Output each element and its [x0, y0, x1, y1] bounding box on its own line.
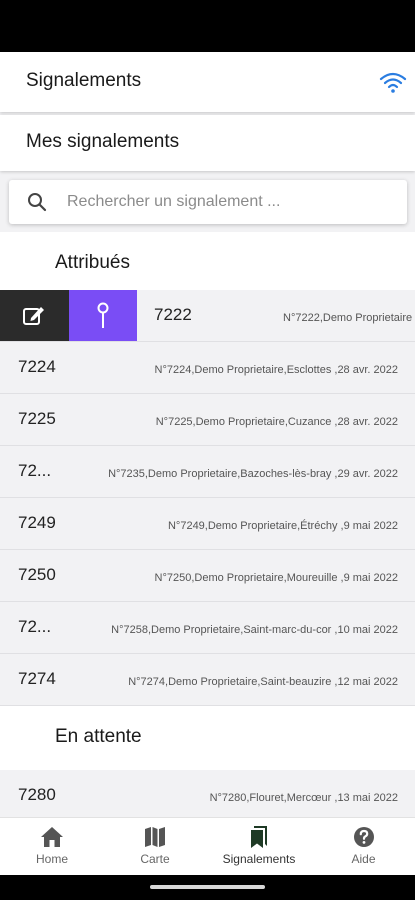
- nav-item-help[interactable]: Aide: [312, 818, 415, 876]
- row-id: 7222: [154, 305, 192, 324]
- wifi-icon[interactable]: [379, 70, 407, 94]
- home-indicator[interactable]: [150, 885, 265, 889]
- row-description: N°7258,Demo Proprietaire,Saint-marc-du-c…: [111, 624, 398, 636]
- home-icon: [41, 827, 63, 847]
- group-label-assigned: Attribués: [55, 252, 130, 273]
- section-header: Mes signalements: [0, 115, 415, 171]
- help-icon: [353, 827, 374, 847]
- pin-icon: [97, 302, 109, 328]
- nav-label-signalements: Signalements: [222, 852, 296, 866]
- row-id: 7250: [18, 565, 56, 584]
- row-id: 72...: [18, 617, 52, 636]
- edit-action-button[interactable]: [0, 290, 69, 341]
- edit-icon: [23, 307, 44, 325]
- swiped-row-content[interactable]: 7222 N°7222,Demo Proprietaire: [137, 290, 415, 341]
- search-icon: [28, 193, 47, 212]
- list-item[interactable]: 7225 N°7225,Demo Proprietaire,Cuzance ,2…: [0, 394, 415, 446]
- swipe-actions: [0, 290, 137, 341]
- list-item[interactable]: 72... N°7258,Demo Proprietaire,Saint-mar…: [0, 602, 415, 654]
- list-item[interactable]: 7250 N°7250,Demo Proprietaire,Moureuille…: [0, 550, 415, 602]
- list-item[interactable]: 7274 N°7274,Demo Proprietaire,Saint-beau…: [0, 654, 415, 706]
- row-description: N°7224,Demo Proprietaire,Esclottes ,28 a…: [154, 364, 398, 376]
- row-description: N°7250,Demo Proprietaire,Moureuille ,9 m…: [154, 572, 398, 584]
- system-home-bar: [0, 875, 415, 900]
- row-id: 7274: [18, 669, 56, 688]
- row-id: 72...: [18, 461, 52, 480]
- row-id: 7224: [18, 357, 56, 376]
- status-bar: [0, 0, 415, 52]
- list-item[interactable]: 72... N°7235,Demo Proprietaire,Bazoches-…: [0, 446, 415, 498]
- row-description: N°7235,Demo Proprietaire,Bazoches-lès-br…: [108, 468, 398, 480]
- row-description: N°7280,Flouret,Mercœur ,13 mai 2022: [209, 792, 398, 804]
- row-description: N°7222,Demo Proprietaire: [283, 312, 413, 324]
- row-id: 7249: [18, 513, 56, 532]
- row-description: N°7274,Demo Proprietaire,Saint-beauzire …: [128, 676, 398, 688]
- app-title: Signalements: [26, 70, 142, 91]
- bookmark-icon: [251, 826, 267, 848]
- row-id: 7280: [18, 785, 56, 804]
- section-title: Mes signalements: [26, 131, 180, 152]
- nav-item-signalements[interactable]: Signalements: [206, 818, 312, 876]
- group-label-pending: En attente: [55, 726, 142, 747]
- search-input[interactable]: [67, 188, 397, 216]
- group-header-assigned: Attribués: [0, 232, 415, 296]
- group-header-pending: En attente: [0, 706, 415, 770]
- nav-item-home[interactable]: Home: [0, 818, 104, 876]
- search-box[interactable]: [9, 180, 407, 224]
- map-icon: [145, 827, 165, 847]
- nav-label-home: Home: [35, 852, 68, 866]
- nav-item-map[interactable]: Carte: [104, 818, 206, 876]
- list-item[interactable]: 7280 N°7280,Flouret,Mercœur ,13 mai 2022: [0, 770, 415, 822]
- bottom-navigation: Home Carte Signalements Aide: [0, 817, 415, 875]
- list-item[interactable]: 7249 N°7249,Demo Proprietaire,Étréchy ,9…: [0, 498, 415, 550]
- list-item[interactable]: 7224 N°7224,Demo Proprietaire,Esclottes …: [0, 342, 415, 394]
- pin-action-button[interactable]: [69, 290, 137, 341]
- list-item-swiped[interactable]: 7222 N°7222,Demo Proprietaire: [0, 290, 415, 342]
- row-description: N°7225,Demo Proprietaire,Cuzance ,28 avr…: [155, 416, 398, 428]
- app-header: Signalements: [0, 52, 415, 112]
- nav-label-map: Carte: [140, 852, 170, 866]
- row-description: N°7249,Demo Proprietaire,Étréchy ,9 mai …: [167, 520, 398, 532]
- row-id: 7225: [18, 409, 56, 428]
- nav-label-help: Aide: [351, 852, 376, 866]
